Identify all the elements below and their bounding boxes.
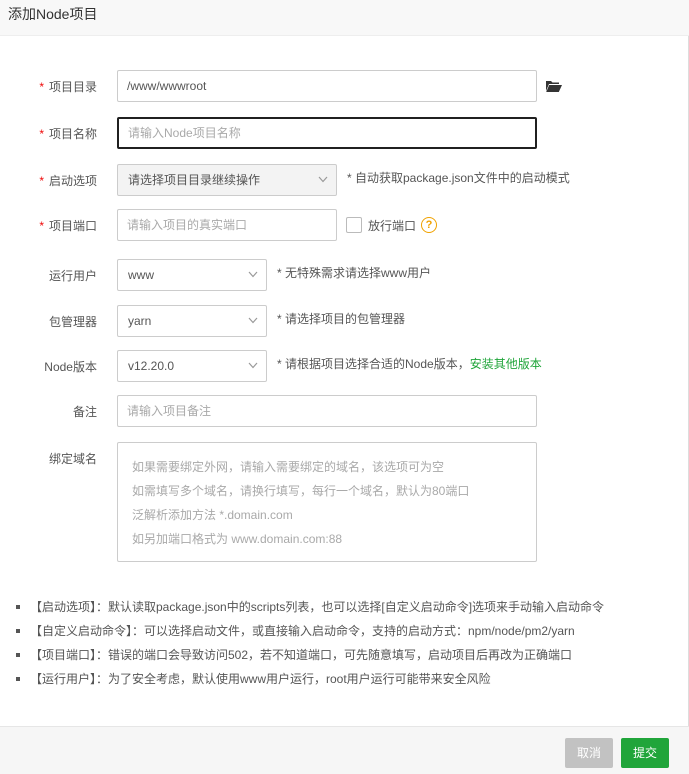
project-port-input[interactable] [117, 209, 337, 241]
row-bind-domain: 绑定域名 如果需要绑定外网，请输入需要绑定的域名，该选项可为空 如需填写多个域名… [0, 442, 689, 562]
run-user-select[interactable]: www [117, 259, 267, 291]
install-other-version-link[interactable]: 安装其他版本 [470, 357, 542, 371]
chevron-down-icon [248, 317, 258, 324]
chevron-down-icon [248, 271, 258, 278]
dialog-footer: 取消 提交 [0, 726, 689, 774]
row-package-manager: 包管理器 yarn * 请选择项目的包管理器 [0, 305, 689, 339]
run-user-hint: * 无特殊需求请选择www用户 [277, 266, 432, 280]
tip-item: 【运行用户】：为了安全考虑，默认使用www用户运行，root用户运行可能带来安全… [14, 667, 684, 691]
submit-button[interactable]: 提交 [621, 738, 669, 768]
row-project-dir: * 项目目录 [0, 70, 689, 104]
domain-placeholder-line: 如果需要绑定外网，请输入需要绑定的域名，该选项可为空 [132, 460, 445, 474]
node-version-select[interactable]: v12.20.0 [117, 350, 267, 382]
required-mark: * [39, 80, 44, 94]
bind-domain-textarea[interactable]: 如果需要绑定外网，请输入需要绑定的域名，该选项可为空 如需填写多个域名，请换行填… [117, 442, 537, 562]
row-project-name: * 项目名称 [0, 117, 689, 151]
tip-item: 【启动选项】：默认读取package.json中的scripts列表，也可以选择… [14, 595, 684, 619]
package-manager-hint: * 请选择项目的包管理器 [277, 312, 406, 326]
remark-input[interactable] [117, 395, 537, 427]
package-manager-label: 包管理器 [48, 315, 97, 329]
tip-item: 【自定义启动命令】：可以选择启动文件，或直接输入启动命令，支持的启动方式：npm… [14, 619, 684, 643]
node-version-label: Node版本 [44, 360, 97, 374]
dialog-title: 添加Node项目 [8, 6, 98, 22]
package-manager-select[interactable]: yarn [117, 305, 267, 337]
package-manager-value: yarn [128, 314, 152, 328]
open-port-label[interactable]: 放行端口 [368, 209, 416, 243]
start-option-hint: * 自动获取package.json文件中的启动模式 [347, 171, 570, 185]
tip-item: 【项目端口】：错误的端口会导致访问502，若不知道端口，可先随意填写，启动项目后… [14, 643, 684, 667]
start-option-select[interactable]: 请选择项目目录继续操作 [117, 164, 337, 196]
dialog-title-bar: 添加Node项目 [0, 0, 689, 36]
node-version-hint: * 请根据项目选择合适的Node版本，安装其他版本 [277, 357, 542, 371]
cancel-button[interactable]: 取消 [565, 738, 613, 768]
open-port-checkbox[interactable] [346, 217, 362, 233]
tips-list: 【启动选项】：默认读取package.json中的scripts列表，也可以选择… [14, 595, 684, 691]
run-user-label: 运行用户 [48, 269, 97, 283]
row-project-port: *项目端口 放行端口 ? [0, 209, 689, 243]
add-node-project-dialog: 添加Node项目 *项目目录 *项目名称 *启动选项 请选择项目目录继续操作 *… [0, 0, 689, 774]
chevron-down-icon [318, 176, 328, 183]
chevron-down-icon [248, 362, 258, 369]
node-version-value: v12.20.0 [128, 359, 175, 373]
project-dir-input[interactable] [117, 70, 537, 102]
domain-placeholder-line: 如需填写多个域名，请换行填写，每行一个域名，默认为80端口 [132, 484, 470, 498]
project-dir-label: * 项目目录 [39, 80, 97, 94]
run-user-value: www [128, 268, 154, 282]
project-name-label: * 项目名称 [39, 127, 97, 141]
bind-domain-label: 绑定域名 [48, 452, 97, 466]
project-name-input[interactable] [117, 117, 537, 149]
row-node-version: Node版本 v12.20.0 * 请根据项目选择合适的Node版本，安装其他版… [0, 350, 689, 384]
row-run-user: 运行用户 www * 无特殊需求请选择www用户 [0, 259, 689, 293]
question-circle-icon[interactable]: ? [421, 217, 437, 233]
folder-open-icon[interactable] [546, 80, 562, 92]
row-start-option: * 启动选项 请选择项目目录继续操作 * 自动获取package.json文件中的… [0, 164, 689, 198]
domain-placeholder-line: 泛解析添加方法 *.domain.com [132, 508, 293, 522]
start-option-value: 请选择项目目录继续操作 [128, 173, 261, 187]
project-port-label: * 项目端口 [39, 219, 97, 233]
remark-label: 备注 [72, 405, 97, 419]
domain-placeholder-line: 如另加端口格式为 www.domain.com:88 [132, 532, 343, 546]
row-remark: 备注 [0, 395, 689, 429]
start-option-label: * 启动选项 [39, 174, 97, 188]
